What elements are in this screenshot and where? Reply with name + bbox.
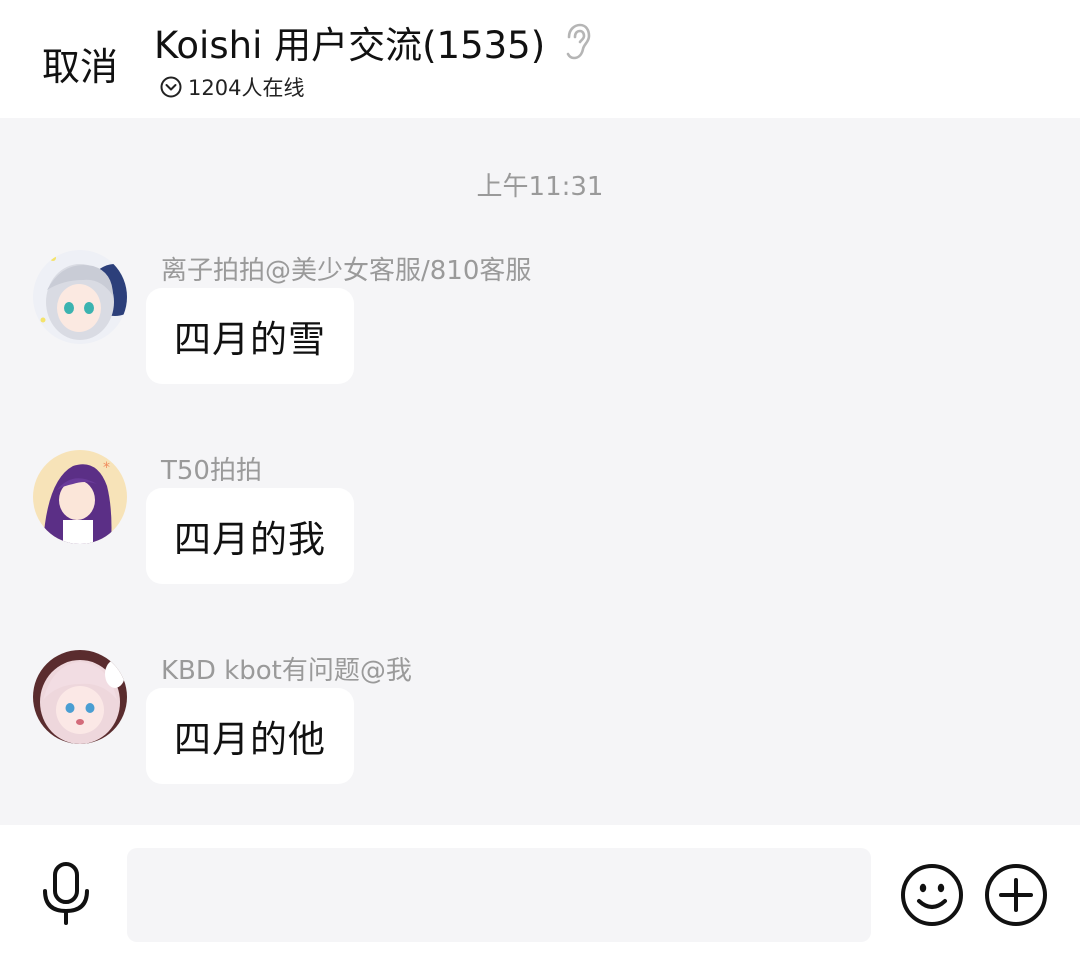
- chat-header: 取消 Koishi 用户交流(1535) 1204人在线: [0, 0, 1080, 118]
- title-row: Koishi 用户交流(1535): [154, 15, 591, 69]
- message-bubble[interactable]: 四月的他: [146, 688, 354, 784]
- message-bubble[interactable]: 四月的雪: [146, 288, 354, 384]
- chevron-down-circle-icon: [160, 76, 182, 98]
- cancel-button[interactable]: 取消: [42, 36, 118, 91]
- message-input[interactable]: [127, 848, 871, 942]
- online-count: 1204人在线: [188, 76, 305, 100]
- avatar[interactable]: [33, 650, 127, 744]
- message-bubble[interactable]: 四月的我: [146, 488, 354, 584]
- sender-name: KBD kbot有问题@我: [161, 656, 412, 686]
- group-title[interactable]: Koishi 用户交流(1535): [154, 15, 545, 69]
- sender-name: 离子拍拍@美少女客服/810客服: [161, 256, 532, 286]
- smiley-icon[interactable]: [900, 863, 964, 927]
- avatar[interactable]: [33, 250, 127, 344]
- microphone-icon[interactable]: [38, 861, 94, 927]
- sender-name: T50拍拍: [161, 456, 262, 486]
- input-bar: [0, 825, 1080, 965]
- time-label: 上午11:31: [476, 172, 604, 202]
- online-status[interactable]: 1204人在线: [160, 72, 591, 102]
- avatar[interactable]: *: [33, 450, 127, 544]
- plus-circle-icon[interactable]: [984, 863, 1048, 927]
- svg-text:*: *: [103, 460, 110, 476]
- title-block: Koishi 用户交流(1535) 1204人在线: [154, 18, 591, 102]
- ear-icon[interactable]: [563, 23, 591, 61]
- chat-area[interactable]: 上午11:31 离子拍拍@美少女客服/810客服 四月的雪 * T50拍拍 四月…: [0, 118, 1080, 825]
